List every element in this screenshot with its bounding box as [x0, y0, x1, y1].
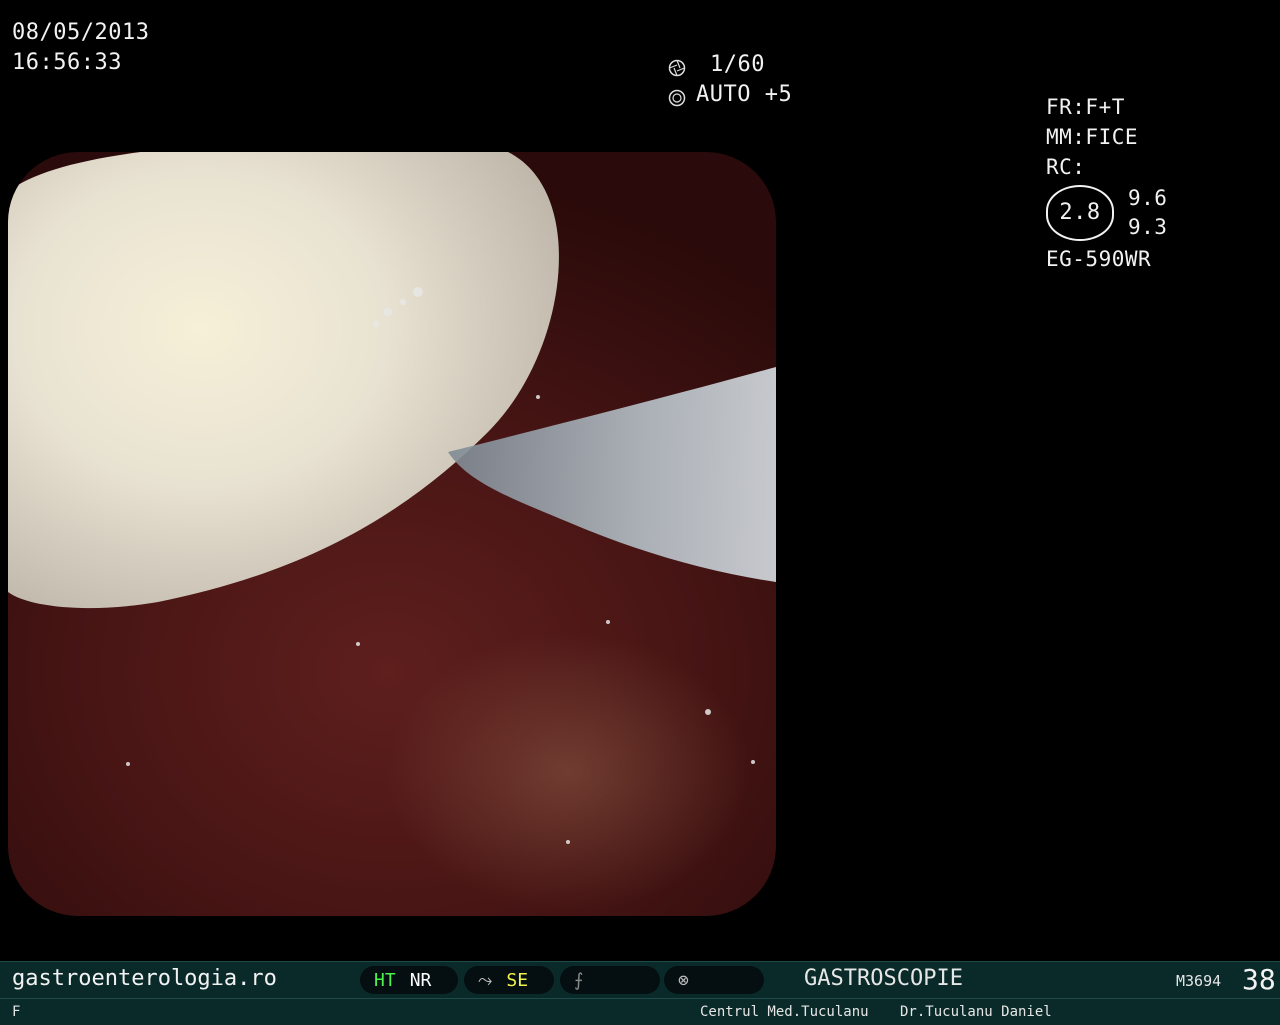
ht-nr-indicator: HT NR	[360, 966, 458, 994]
endoscopy-image	[8, 152, 776, 916]
date-label: 08/05/2013	[12, 20, 150, 45]
website-label: gastroenterologia.ro	[12, 966, 277, 991]
mode-icon: ⊗	[678, 969, 689, 991]
ht-label: HT	[374, 969, 396, 991]
rc-badge: 2.8	[1046, 185, 1114, 241]
iris-icon	[668, 86, 686, 107]
image-counter: 38	[1242, 963, 1276, 996]
rc-value-top: 9.6	[1128, 186, 1168, 210]
fr-setting: FR:F+T	[1046, 95, 1125, 119]
mode-indicator: ⊗	[664, 966, 764, 994]
shutter-value: 1/60	[710, 52, 765, 77]
bottom-info-bar: gastroenterologia.ro HT NR ⤳ SE ⨍ ⊗ GAST…	[0, 961, 1280, 998]
procedure-label: GASTROSCOPIE	[804, 966, 963, 991]
enhance-icon: ⤳	[478, 969, 493, 991]
function-indicator: ⨍	[560, 966, 660, 994]
balloon	[8, 152, 559, 609]
scope-settings: FR:F+T MM:FICE RC: 2.8 9.6 9.3 EG-590WR	[1046, 92, 1167, 274]
shutter-icon	[668, 56, 686, 77]
time-label: 16:56:33	[12, 50, 122, 75]
scope-model: EG-590WR	[1046, 247, 1152, 271]
function-icon: ⨍	[574, 969, 584, 991]
rc-setting: RC:	[1046, 155, 1086, 179]
status-bar: F Centrul Med.Tuculanu Dr.Tuculanu Danie…	[0, 998, 1280, 1025]
exposure-readout: 1/60 AUTO +5	[668, 50, 792, 110]
endoscopy-scene	[8, 152, 776, 844]
status-flag: F	[12, 1004, 21, 1020]
se-label: SE	[506, 969, 529, 991]
mm-setting: MM:FICE	[1046, 125, 1139, 149]
rc-center-value: 2.8	[1059, 200, 1101, 225]
se-indicator: ⤳ SE	[464, 966, 554, 994]
datetime-readout: 08/05/2013 16:56:33	[12, 18, 149, 78]
doctor-name: Dr.Tuculanu Daniel	[900, 1004, 1052, 1020]
rc-value-bottom: 9.3	[1128, 215, 1168, 239]
record-code: M3694	[1176, 972, 1222, 990]
iris-value: AUTO +5	[696, 82, 793, 107]
clinic-name: Centrul Med.Tuculanu	[700, 1004, 869, 1020]
nr-label: NR	[409, 969, 432, 991]
